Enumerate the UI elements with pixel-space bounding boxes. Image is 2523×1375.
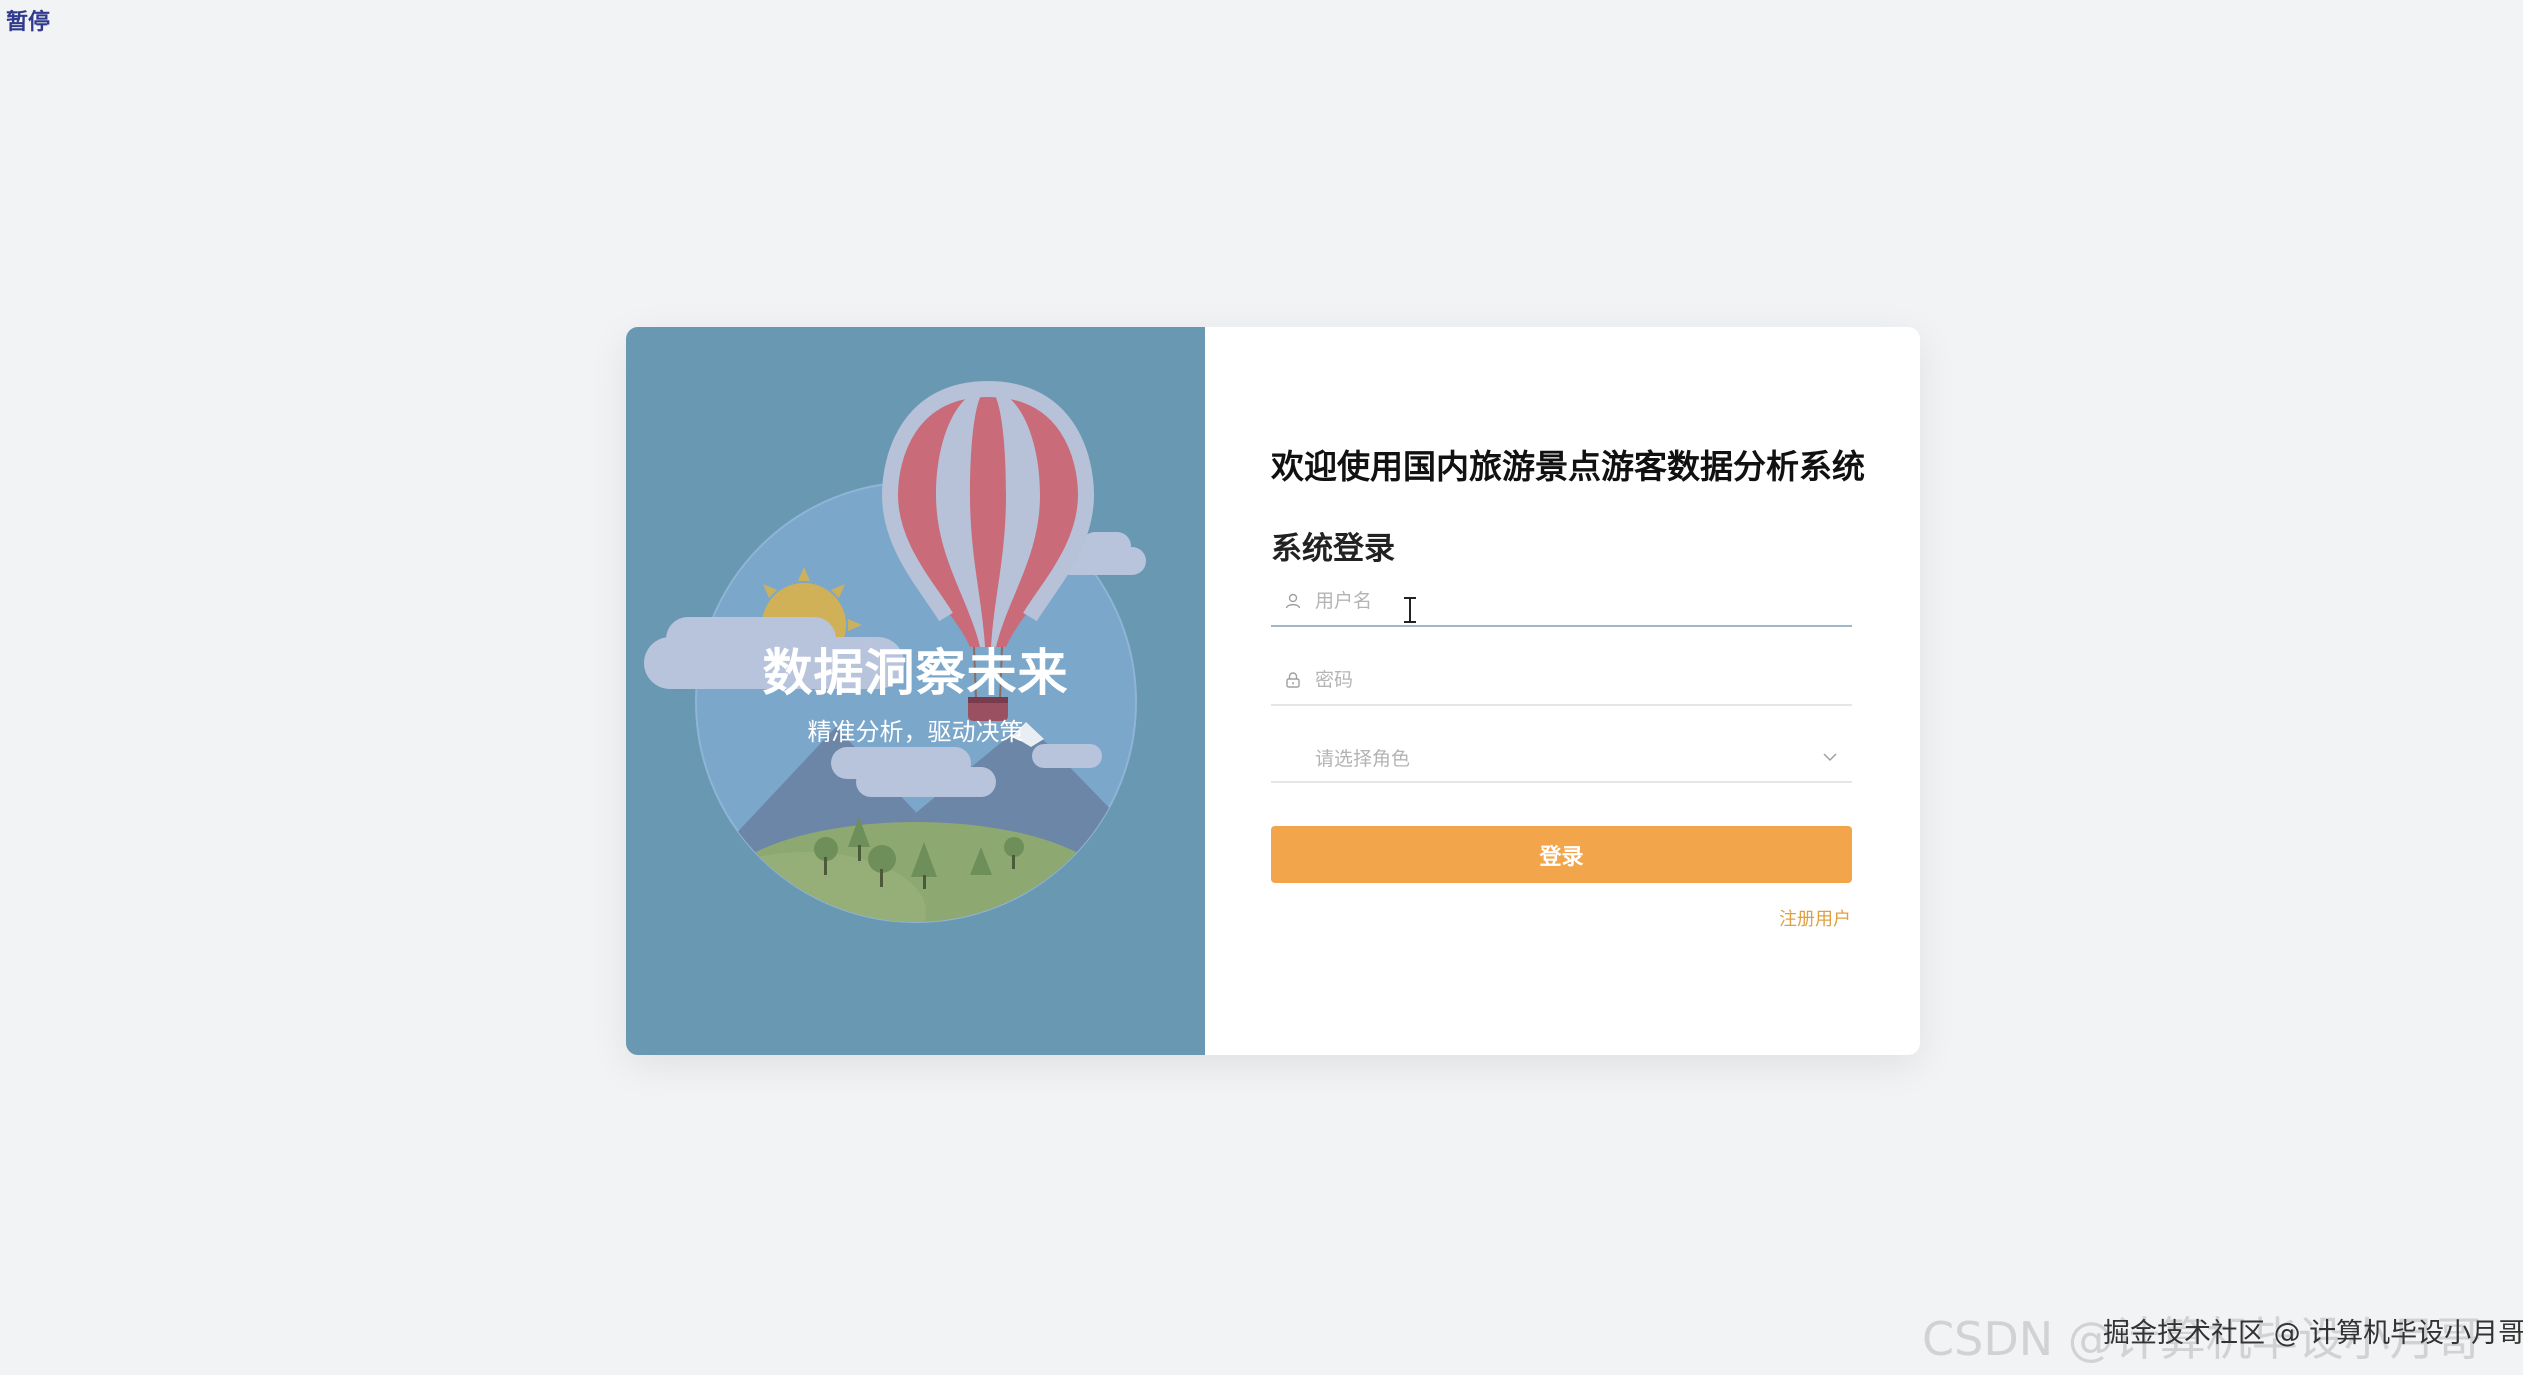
chevron-down-icon[interactable] <box>1808 748 1852 766</box>
lock-icon <box>1271 671 1315 689</box>
role-select[interactable]: 请选择角色 <box>1271 733 1852 783</box>
illustration-panel: 数据洞察未来 精准分析，驱动决策 <box>626 327 1205 1055</box>
system-title: 欢迎使用国内旅游景点游客数据分析系统 <box>1271 447 1865 486</box>
username-input[interactable] <box>1315 590 1795 612</box>
text-cursor-icon <box>1404 597 1416 623</box>
hero-title: 数据洞察未来 <box>762 644 1069 702</box>
pause-label: 暂停 <box>6 10 51 35</box>
role-select-placeholder: 请选择角色 <box>1315 747 1411 770</box>
form-title: 系统登录 <box>1271 531 1395 567</box>
password-input[interactable] <box>1315 669 1795 691</box>
login-button[interactable]: 登录 <box>1271 826 1852 883</box>
user-icon <box>1271 592 1315 610</box>
hero-subtitle: 精准分析，驱动决策 <box>807 718 1024 746</box>
juejin-watermark: 掘金技术社区 @ 计算机毕设小月哥 <box>2103 1318 2523 1349</box>
login-form-panel: 欢迎使用国内旅游景点游客数据分析系统 系统登录 请选择角色 登录 注册用户 <box>1205 327 1920 1055</box>
username-field[interactable] <box>1271 577 1852 627</box>
register-link[interactable]: 注册用户 <box>1779 905 1851 931</box>
password-field[interactable] <box>1271 656 1852 706</box>
login-card: 数据洞察未来 精准分析，驱动决策 欢迎使用国内旅游景点游客数据分析系统 系统登录… <box>626 327 1920 1055</box>
